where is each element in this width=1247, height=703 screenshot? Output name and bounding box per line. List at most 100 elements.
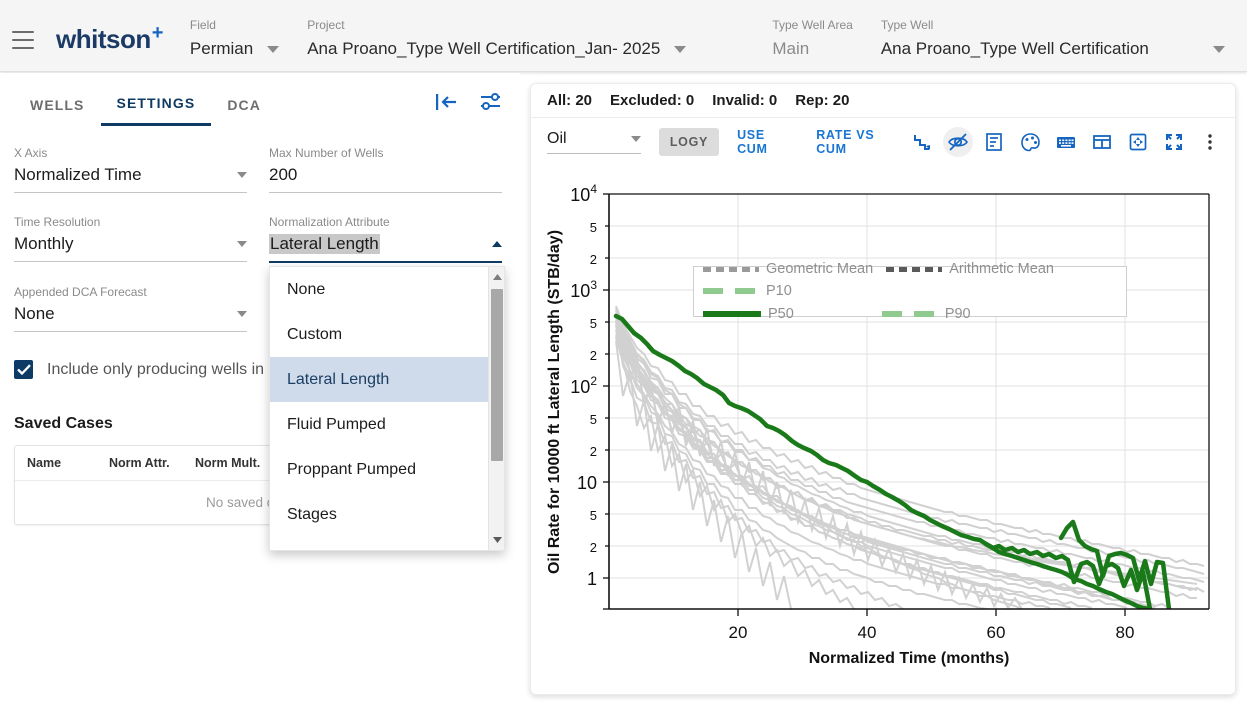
svg-text:5: 5 (590, 508, 597, 523)
field-selector-value: Permian (189, 39, 254, 58)
tab-wells[interactable]: WELLS (14, 89, 101, 125)
y-axis-title: Oil Rate for 10000 ft Lateral Length (ST… (546, 230, 563, 574)
chevron-down-icon[interactable] (237, 241, 247, 247)
plot-area: Geometric Mean Arithmetic Mean P10 P50 P… (531, 166, 1237, 690)
svg-text:2: 2 (590, 444, 597, 459)
project-selector[interactable]: Project Ana Proano_Type Well Certificati… (307, 18, 687, 59)
chevron-up-icon[interactable] (492, 241, 502, 247)
legend-label-arithmetic-mean: Arithmetic Mean (949, 261, 1054, 277)
x-axis-field[interactable]: X Axis Normalized Time (14, 146, 247, 193)
legend-entry-geometric-mean[interactable]: Geometric Mean (703, 258, 886, 280)
chevron-down-icon[interactable] (267, 45, 280, 53)
legend-swatch-solid-green (703, 311, 761, 317)
chart-gridlines (609, 193, 1209, 609)
svg-text:20: 20 (729, 623, 748, 642)
legend-swatch-dashed-green-2 (881, 311, 938, 317)
chart-legend: Geometric Mean Arithmetic Mean P10 P50 P… (693, 261, 1127, 322)
x-axis-value: Normalized Time (14, 165, 142, 184)
legend-swatch-dotted-dark (886, 266, 943, 272)
type-well-area-label: Type Well Area (772, 18, 853, 32)
normalization-attribute-select[interactable]: Lateral Length (269, 234, 502, 263)
y-tick-labels: 104 5 2 103 5 2 102 5 2 10 5 2 1 (570, 182, 597, 589)
legend-label-geometric-mean: Geometric Mean (766, 261, 874, 277)
normalization-attribute-field[interactable]: Normalization Attribute Lateral Length (269, 215, 502, 263)
chevron-down-icon[interactable] (630, 136, 641, 142)
palette-icon[interactable] (1015, 127, 1045, 157)
dropdown-option-stages[interactable]: Stages (270, 492, 488, 537)
dropdown-option-fluid-pumped[interactable]: Fluid Pumped (270, 402, 488, 447)
svg-text:40: 40 (858, 623, 877, 642)
hamburger-menu-icon[interactable] (12, 31, 34, 49)
chevron-down-icon[interactable] (237, 311, 247, 317)
keyboard-icon[interactable] (1051, 127, 1081, 157)
legend-label-p50: P50 (768, 306, 794, 322)
appended-dca-forecast-field[interactable]: Appended DCA Forecast None (14, 285, 247, 332)
svg-text:1: 1 (587, 569, 597, 589)
x-axis-title: Normalized Time (months) (809, 650, 1010, 667)
check-icon (16, 364, 31, 375)
dropdown-scroll-thumb[interactable] (491, 289, 503, 461)
chevron-down-icon[interactable] (674, 45, 687, 53)
dropdown-option-none[interactable]: None (270, 267, 488, 312)
svg-text:103: 103 (570, 278, 597, 301)
fullscreen-icon[interactable] (1159, 127, 1189, 157)
project-selector-value: Ana Proano_Type Well Certification_Jan- … (307, 39, 661, 58)
svg-text:5: 5 (590, 220, 597, 235)
normalization-attribute-value: Lateral Length (269, 234, 380, 254)
dropdown-option-proppant-pumped[interactable]: Proppant Pumped (270, 447, 488, 492)
type-well-value: Ana Proano_Type Well Certification (880, 39, 1149, 58)
tab-settings[interactable]: SETTINGS (100, 87, 212, 126)
normalization-attribute-dropdown[interactable]: None Custom Lateral Length Fluid Pumped … (269, 266, 505, 551)
well-stats-bar: All: 20 Excluded: 0 Invalid: 0 Rep: 20 (531, 84, 1235, 118)
legend-entry-arithmetic-mean[interactable]: Arithmetic Mean (886, 258, 1067, 280)
type-well-area-selector: Type Well Area Main (772, 18, 852, 59)
use-cum-button[interactable]: USE CUM (737, 128, 798, 156)
more-options-icon[interactable] (1195, 127, 1225, 157)
field-selector-label: Field (189, 18, 216, 32)
logy-toggle-button[interactable]: LOGY (658, 128, 720, 156)
include-producing-wells-checkbox[interactable] (14, 360, 33, 379)
max-wells-value: 200 (269, 165, 298, 184)
top-header-bar: whitson+ Field Permian Project Ana Proan… (0, 0, 1247, 72)
x-tick-marks (737, 609, 1126, 616)
svg-text:2: 2 (590, 540, 597, 555)
scroll-up-arrow-icon[interactable] (489, 269, 504, 285)
stat-rep: Rep: 20 (795, 92, 850, 109)
project-selector-label: Project (307, 18, 345, 32)
type-well-selector[interactable]: Type Well Ana Proano_Type Well Certifica… (881, 18, 1225, 59)
x-axis-select[interactable]: Normalized Time (14, 165, 247, 193)
stat-excluded: Excluded: 0 (610, 92, 695, 109)
hide-eye-icon[interactable] (943, 127, 973, 157)
legend-entry-p10[interactable]: P10 (703, 280, 805, 302)
chart-panel: All: 20 Excluded: 0 Invalid: 0 Rep: 20 O… (530, 83, 1236, 695)
legend-list-icon[interactable] (979, 127, 1009, 157)
dropdown-option-lateral-length[interactable]: Lateral Length (270, 357, 488, 402)
y-tick-marks (603, 193, 609, 610)
phase-select[interactable]: Oil (547, 130, 641, 154)
appended-dca-forecast-label: Appended DCA Forecast (14, 285, 147, 299)
dropdown-option-custom[interactable]: Custom (270, 312, 488, 357)
time-resolution-select[interactable]: Monthly (14, 234, 247, 262)
dropdown-scrollbar[interactable] (488, 267, 504, 550)
column-header-name: Name (27, 456, 62, 470)
collapse-panel-icon[interactable] (434, 91, 460, 113)
rate-vs-cum-button[interactable]: RATE VS CUM (816, 128, 907, 156)
trend-line-icon[interactable] (907, 127, 937, 157)
tab-dca[interactable]: DCA (211, 89, 277, 125)
fit-to-screen-icon[interactable] (1123, 127, 1153, 157)
scroll-down-arrow-icon[interactable] (489, 532, 504, 548)
logo-text: whitson (56, 24, 151, 54)
time-resolution-value: Monthly (14, 234, 74, 253)
table-grid-icon[interactable] (1087, 127, 1117, 157)
time-resolution-field[interactable]: Time Resolution Monthly (14, 215, 247, 263)
chevron-down-icon[interactable] (237, 172, 247, 178)
phase-select-value: Oil (547, 130, 567, 147)
max-wells-field[interactable]: Max Number of Wells 200 (269, 146, 502, 193)
well-stream-lines (615, 305, 1205, 609)
appended-dca-forecast-select[interactable]: None (14, 304, 247, 332)
max-wells-input[interactable]: 200 (269, 165, 502, 193)
field-selector-field[interactable]: Field Permian (189, 18, 280, 59)
whitson-logo[interactable]: whitson+ (56, 22, 163, 55)
chevron-down-icon[interactable] (1212, 45, 1225, 53)
tune-settings-icon[interactable] (478, 91, 504, 113)
